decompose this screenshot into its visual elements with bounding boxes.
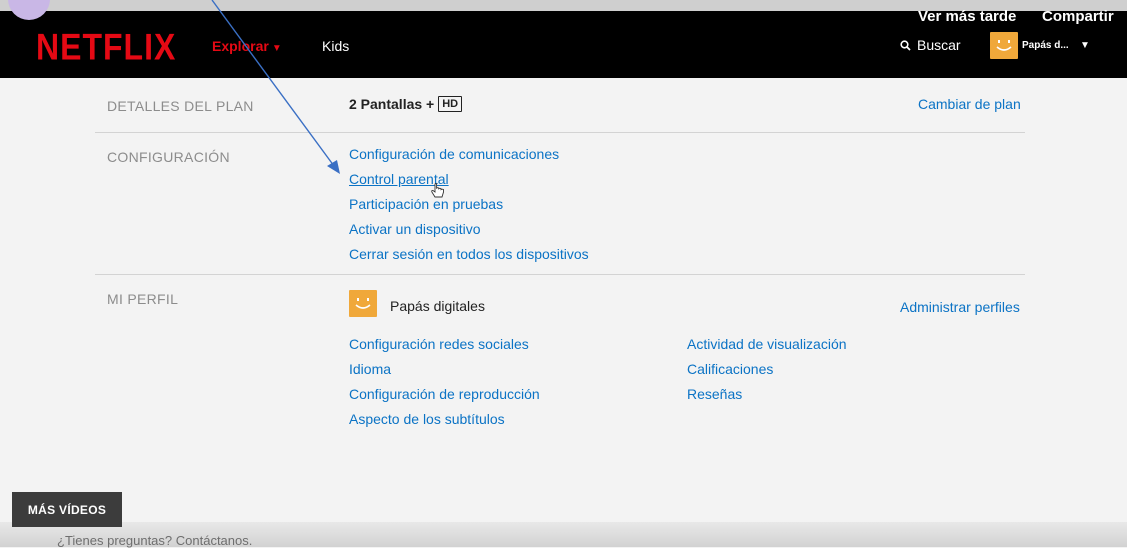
sign-out-all-devices-link[interactable]: Cerrar sesión en todos los dispositivos xyxy=(349,246,589,262)
change-plan-link[interactable]: Cambiar de plan xyxy=(918,96,1021,112)
more-videos-button[interactable]: MÁS VÍDEOS xyxy=(12,492,122,527)
activate-device-link[interactable]: Activar un dispositivo xyxy=(349,221,481,237)
caret-down-icon: ▼ xyxy=(271,43,282,54)
nav-explore-menu[interactable]: Explorar ▼ xyxy=(212,38,282,54)
search-button[interactable]: Buscar xyxy=(900,37,961,53)
reviews-link[interactable]: Reseñas xyxy=(687,386,742,402)
subtitle-appearance-link[interactable]: Aspecto de los subtítulos xyxy=(349,411,505,427)
smile-face-icon xyxy=(355,298,371,309)
plan-screens-text: 2 Pantallas + xyxy=(349,96,435,112)
social-settings-link[interactable]: Configuración redes sociales xyxy=(349,336,529,352)
watch-later-button[interactable]: Ver más tarde xyxy=(918,8,1016,25)
section-divider xyxy=(95,274,1025,275)
share-button[interactable]: Compartir xyxy=(1042,8,1114,25)
plan-section-label: DETALLES DEL PLAN xyxy=(107,98,254,114)
search-label: Buscar xyxy=(917,37,961,53)
profile-section-label: MI PERFIL xyxy=(107,291,179,307)
hand-cursor-icon xyxy=(431,183,444,198)
profile-name: Papás digitales xyxy=(390,298,485,314)
manage-profiles-link[interactable]: Administrar perfiles xyxy=(900,299,1020,315)
nav-explore-label: Explorar xyxy=(212,38,269,54)
settings-section-label: CONFIGURACIÓN xyxy=(107,149,230,165)
playback-settings-link[interactable]: Configuración de reproducción xyxy=(349,386,540,402)
ratings-link[interactable]: Calificaciones xyxy=(687,361,773,377)
search-icon xyxy=(900,39,911,51)
contact-text[interactable]: ¿Tienes preguntas? Contáctanos. xyxy=(57,533,252,548)
profile-avatar[interactable] xyxy=(990,32,1018,59)
section-divider xyxy=(95,132,1025,133)
language-link[interactable]: Idioma xyxy=(349,361,391,377)
netflix-logo[interactable]: NETFLIX xyxy=(36,26,176,69)
hd-badge: HD xyxy=(438,96,463,112)
communication-settings-link[interactable]: Configuración de comunicaciones xyxy=(349,146,559,162)
profile-avatar-large xyxy=(349,290,377,317)
smile-face-icon xyxy=(996,40,1012,51)
test-participation-link[interactable]: Participación en pruebas xyxy=(349,196,503,212)
nav-kids-link[interactable]: Kids xyxy=(322,38,349,54)
plan-value: 2 Pantallas + HD xyxy=(349,96,463,112)
profile-caret-down-icon[interactable]: ▼ xyxy=(1080,40,1090,51)
profile-name-label[interactable]: Papás d... xyxy=(1022,40,1069,51)
viewing-activity-link[interactable]: Actividad de visualización xyxy=(687,336,847,352)
